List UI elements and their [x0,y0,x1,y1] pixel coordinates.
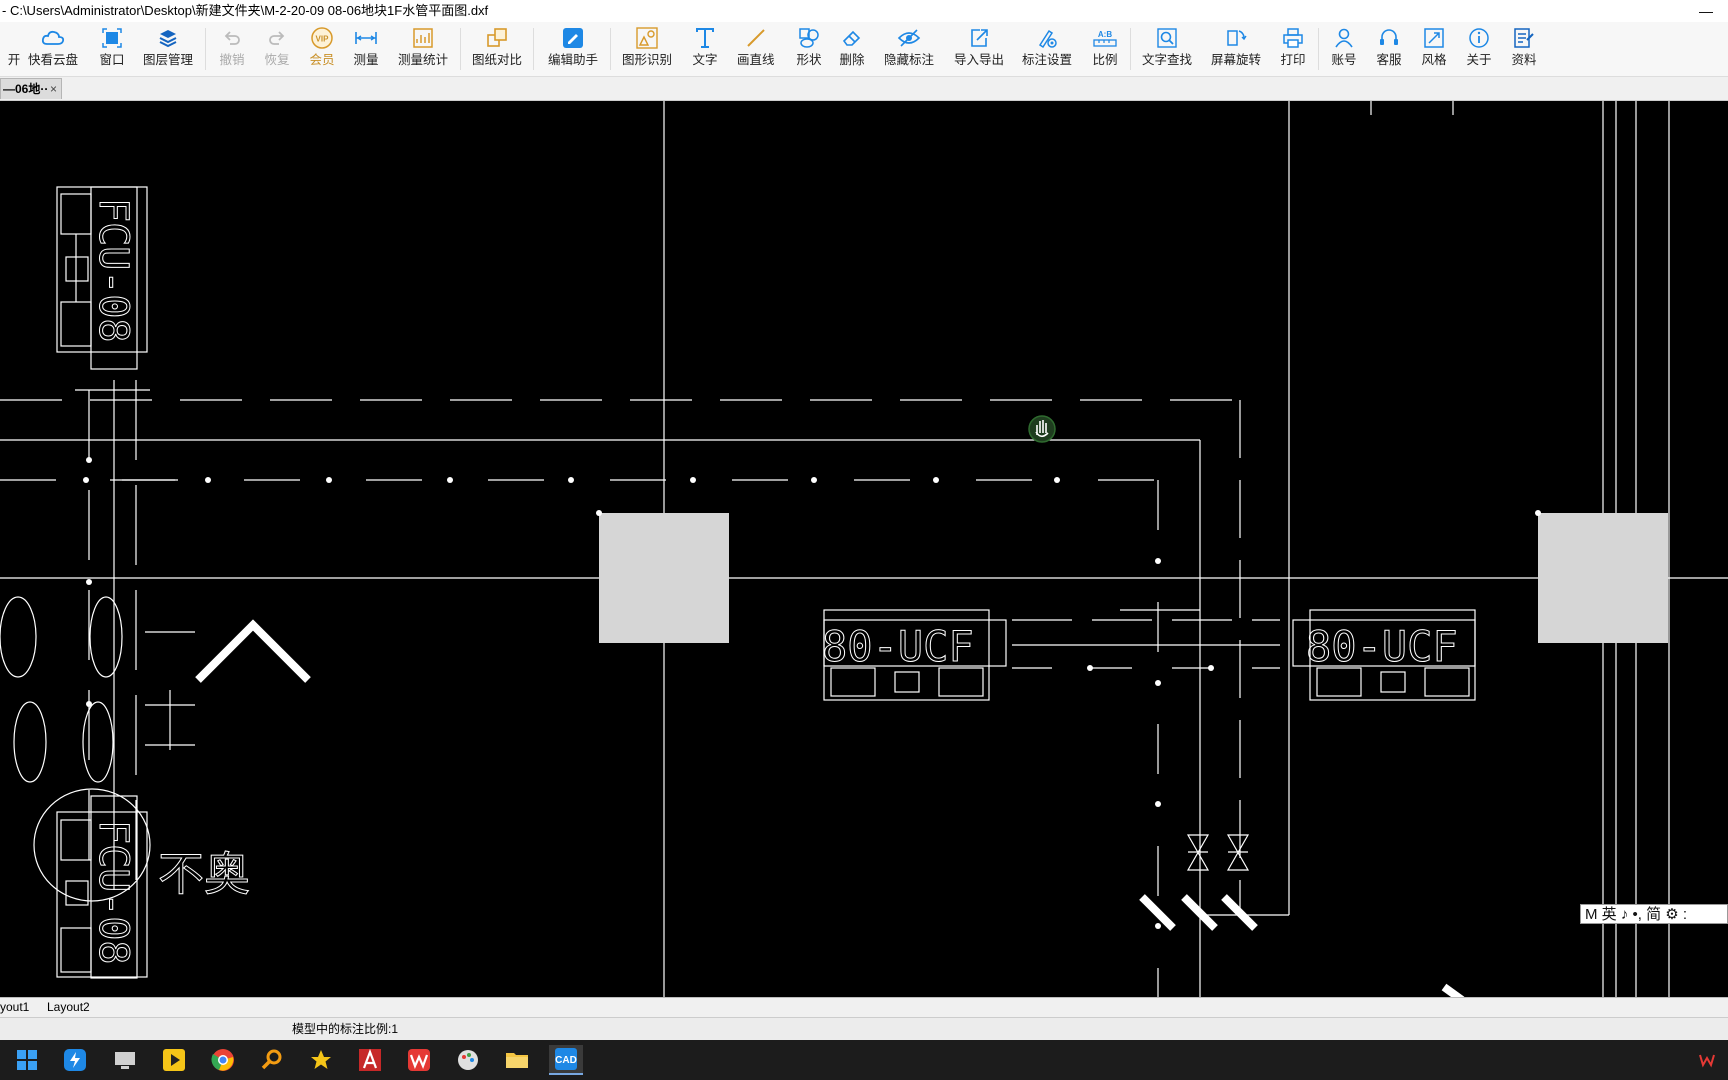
measure-stats-icon [409,24,437,52]
toolbar-delete-button[interactable]: 删除 [838,24,866,74]
rotate-screen-icon [1222,24,1250,52]
edit-assistant-icon [559,24,587,52]
cad-viewer-icon[interactable]: CAD [549,1045,583,1075]
toolbar-vip-button[interactable]: VIP 会员 [308,24,336,74]
toolbar-rotate-screen-button[interactable]: 屏幕旋转 [1211,24,1261,74]
eye-hide-icon [895,24,923,52]
text-icon [691,24,719,52]
toolbar-account-button[interactable]: 账号 [1330,24,1358,74]
toolbar-import-export-button[interactable]: 导入导出 [954,24,1004,74]
windows-start-icon[interactable] [10,1045,44,1075]
fcu-label-top: FCU-08 [90,198,136,343]
toolbar-support-button[interactable]: 客服 [1375,24,1403,74]
chrome-icon[interactable] [206,1045,240,1075]
wps-tray-icon[interactable] [1690,1045,1724,1075]
cloud-icon [39,24,67,52]
layout-tab-2[interactable]: Layout2 [47,1000,90,1014]
scale-icon: A:B [1091,24,1119,52]
undo-icon [218,24,246,52]
toolbar-about-button[interactable]: 关于 [1465,24,1493,74]
window-title: - C:\Users\Administrator\Desktop\新建文件夹\M… [2,3,489,18]
annotation-settings-icon [1033,24,1061,52]
line-icon [742,24,770,52]
layout-tab-1[interactable]: yout1 [0,1000,29,1014]
toolbar-open[interactable]: 开 [0,24,28,74]
toolbar-measure-button[interactable]: 测量 [352,24,380,74]
svg-text:A:B: A:B [1098,30,1112,39]
toolbar-compare-button[interactable]: 图纸对比 [472,24,522,74]
drawing-canvas[interactable]: FCU-08 FCU-08 80-UCF 80-UCF 不奥 [0,101,1728,997]
toolbar-shapes-button[interactable]: 形状 [795,24,823,74]
toolbar-text-button[interactable]: 文字 [691,24,719,74]
eraser-icon [838,24,866,52]
fcu-label-right: 80-UCF [1306,622,1458,671]
toolbar-undo-button[interactable]: 撤销 [218,24,246,74]
toolbar-text-search-button[interactable]: 文字查找 [1142,24,1192,74]
toolbar-edit-assistant-button[interactable]: 编辑助手 [548,24,598,74]
document-tab[interactable]: —06地·· × [0,78,62,99]
windows-taskbar: CAD [0,1040,1728,1080]
fcu-label-mid: 80-UCF [822,622,974,671]
toolbar-layers-button[interactable]: 图层管理 [143,24,193,74]
desktop-icon[interactable] [108,1045,142,1075]
handwritten-label: 不奥 [158,847,250,901]
cad-drawing: FCU-08 FCU-08 80-UCF 80-UCF 不奥 [0,101,1728,997]
toolbar-measure-stats-button[interactable]: 测量统计 [398,24,448,74]
layout-tab-bar: yout1 Layout2 [0,997,1728,1017]
toolbar-redo-button[interactable]: 恢复 [263,24,291,74]
layers-icon [154,24,182,52]
printer-icon [1279,24,1307,52]
search-icon[interactable] [255,1045,289,1075]
status-bar: 模型中的标注比例:1 [0,1017,1728,1041]
gray-column-right [1538,513,1668,643]
toolbar-documents-button[interactable]: 资料 [1510,24,1538,74]
window-icon [98,24,126,52]
autocad-icon[interactable] [353,1045,387,1075]
svg-text:CAD: CAD [555,1055,577,1066]
ime-toolbar[interactable]: M 英 ♪ •, 简 ⚙ : [1580,904,1728,924]
gray-column-left [599,513,729,643]
toolbar-print-button[interactable]: 打印 [1279,24,1307,74]
app-blue-icon[interactable] [58,1045,92,1075]
info-icon [1465,24,1493,52]
toolbar-hide-annotation-button[interactable]: 隐藏标注 [884,24,934,74]
close-tab-icon[interactable]: × [50,79,57,100]
player-icon[interactable] [157,1045,191,1075]
fcu-label-bottom: FCU-08 [90,820,136,965]
headset-icon [1375,24,1403,52]
toolbar-shape-recognition-button[interactable]: 图形识别 [622,24,672,74]
folder-icon[interactable] [500,1045,534,1075]
shape-recognition-icon [633,24,661,52]
star-icon[interactable] [304,1045,338,1075]
paint-icon[interactable] [451,1045,485,1075]
toolbar-annotation-settings-button[interactable]: 标注设置 [1022,24,1072,74]
document-tab-bar: —06地·· × [0,77,1728,101]
open-label: 开 [7,53,21,67]
shapes-icon [795,24,823,52]
wps-icon[interactable] [402,1045,436,1075]
style-icon [1420,24,1448,52]
annotation-scale-status: 模型中的标注比例:1 [292,1022,399,1036]
text-search-icon [1153,24,1181,52]
pan-hand-cursor-icon [1028,415,1056,443]
toolbar-line-button[interactable]: 画直线 [737,24,775,74]
toolbar-cloud-button[interactable]: 快看云盘 [28,24,78,74]
ruler-icon [352,24,380,52]
svg-text:VIP: VIP [316,35,330,44]
title-bar: - C:\Users\Administrator\Desktop\新建文件夹\M… [0,0,1728,22]
toolbar-style-button[interactable]: 风格 [1420,24,1448,74]
document-tab-label: —06地·· [3,82,49,96]
account-icon [1330,24,1358,52]
toolbar-scale-button[interactable]: A:B 比例 [1091,24,1119,74]
compare-icon [483,24,511,52]
minimize-button[interactable]: — [1692,0,1720,22]
import-export-icon [965,24,993,52]
toolbar-window-button[interactable]: 窗口 [98,24,126,74]
vip-icon: VIP [308,24,336,52]
documents-icon [1510,24,1538,52]
redo-icon [263,24,291,52]
main-toolbar: 开 快看云盘 窗口 图层管理 撤销 恢复 VIP 会员 测量 测量统计 图纸对比 [0,22,1728,77]
